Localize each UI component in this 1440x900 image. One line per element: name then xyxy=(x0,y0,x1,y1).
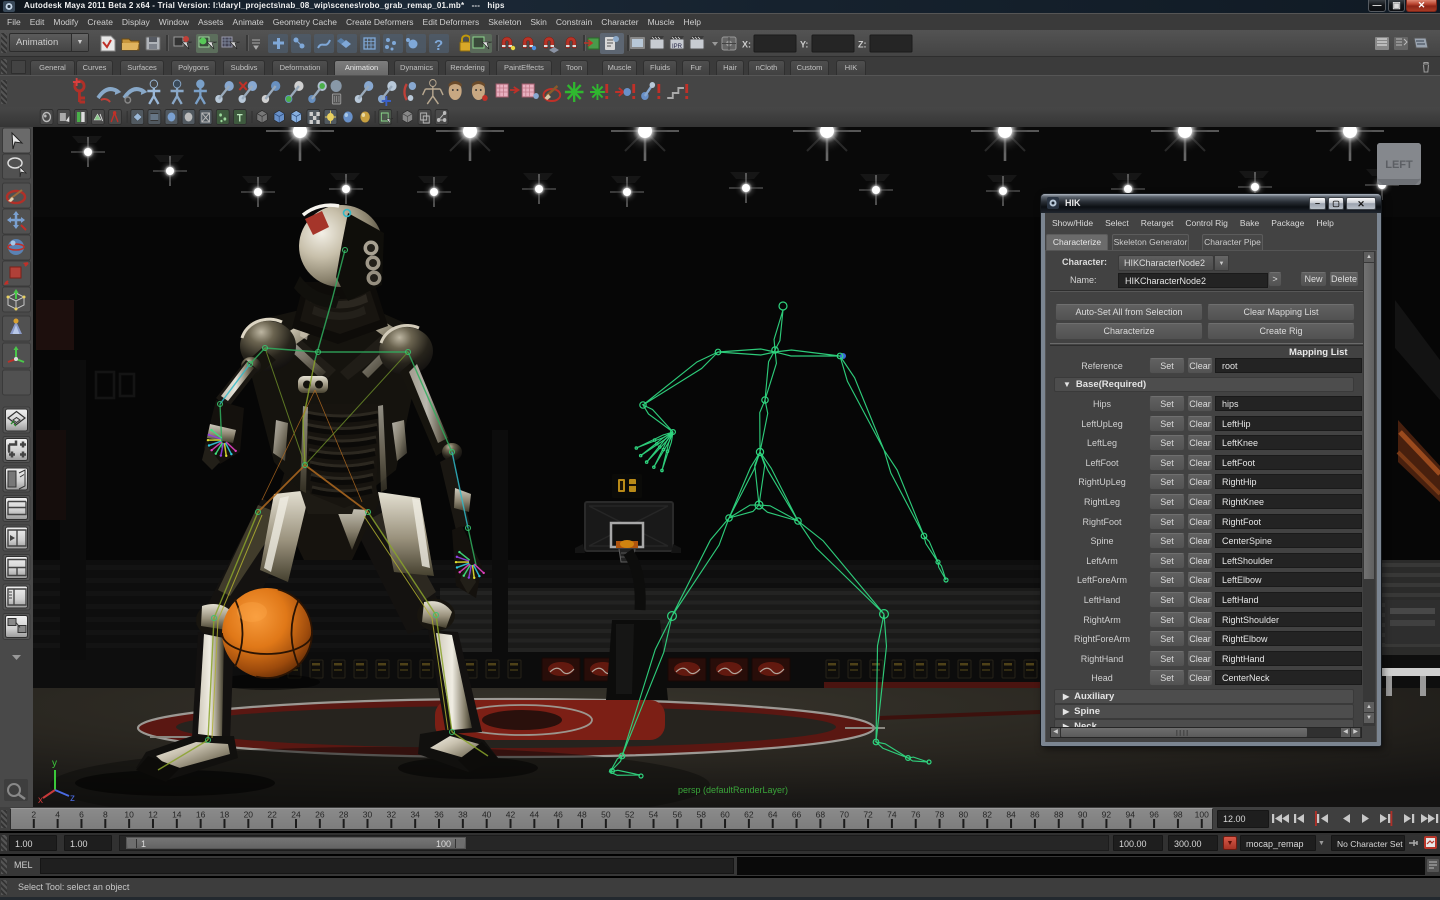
svg-text:96: 96 xyxy=(1149,810,1159,820)
svg-text:84: 84 xyxy=(1006,810,1016,820)
svg-text:18: 18 xyxy=(220,810,230,820)
svg-text:LEFT: LEFT xyxy=(1385,159,1413,171)
svg-text:34: 34 xyxy=(410,810,420,820)
svg-text:56: 56 xyxy=(673,810,683,820)
svg-text:100: 100 xyxy=(1195,810,1209,820)
svg-text:86: 86 xyxy=(1030,810,1040,820)
svg-text:38: 38 xyxy=(458,810,468,820)
svg-text:12: 12 xyxy=(148,810,158,820)
svg-text:78: 78 xyxy=(935,810,945,820)
svg-text:Z:: Z: xyxy=(858,40,867,50)
svg-text:70: 70 xyxy=(839,810,849,820)
svg-text:?: ? xyxy=(434,37,443,54)
svg-text:22: 22 xyxy=(267,810,277,820)
svg-text:6: 6 xyxy=(79,810,84,820)
svg-text:72: 72 xyxy=(863,810,873,820)
svg-text:persp (defaultRenderLayer): persp (defaultRenderLayer) xyxy=(678,785,788,795)
svg-text:28: 28 xyxy=(339,810,349,820)
svg-text:94: 94 xyxy=(1126,810,1136,820)
svg-text:46: 46 xyxy=(553,810,563,820)
svg-text:90: 90 xyxy=(1078,810,1088,820)
svg-text:66: 66 xyxy=(792,810,802,820)
svg-text:64: 64 xyxy=(768,810,778,820)
svg-text:76: 76 xyxy=(911,810,921,820)
svg-text:80: 80 xyxy=(959,810,969,820)
svg-text:10: 10 xyxy=(124,810,134,820)
svg-text:IPR: IPR xyxy=(672,44,683,50)
svg-text:52: 52 xyxy=(625,810,635,820)
svg-text:92: 92 xyxy=(1102,810,1112,820)
svg-text:98: 98 xyxy=(1173,810,1183,820)
svg-text:2: 2 xyxy=(31,810,36,820)
svg-text:26: 26 xyxy=(315,810,325,820)
svg-text:14: 14 xyxy=(172,810,182,820)
svg-text:54: 54 xyxy=(649,810,659,820)
svg-text:8: 8 xyxy=(103,810,108,820)
svg-text:z: z xyxy=(70,793,75,804)
svg-text:4: 4 xyxy=(55,810,60,820)
svg-text:30: 30 xyxy=(363,810,373,820)
svg-text:32: 32 xyxy=(387,810,397,820)
svg-text:y: y xyxy=(52,758,57,769)
svg-text:50: 50 xyxy=(601,810,611,820)
svg-text:62: 62 xyxy=(744,810,754,820)
svg-text:42: 42 xyxy=(506,810,516,820)
svg-text:60: 60 xyxy=(720,810,730,820)
svg-text:58: 58 xyxy=(696,810,706,820)
svg-text:X:: X: xyxy=(742,40,751,50)
svg-text:82: 82 xyxy=(983,810,993,820)
svg-text:88: 88 xyxy=(1054,810,1064,820)
svg-text:20: 20 xyxy=(244,810,254,820)
svg-text:44: 44 xyxy=(530,810,540,820)
svg-text:24: 24 xyxy=(291,810,301,820)
svg-text:16: 16 xyxy=(196,810,206,820)
svg-text:T: T xyxy=(237,113,243,125)
svg-text:68: 68 xyxy=(816,810,826,820)
svg-text:36: 36 xyxy=(434,810,444,820)
svg-text:74: 74 xyxy=(887,810,897,820)
svg-text:Y:: Y: xyxy=(800,40,808,50)
svg-text:x: x xyxy=(38,795,43,806)
svg-text:40: 40 xyxy=(482,810,492,820)
svg-text:48: 48 xyxy=(577,810,587,820)
